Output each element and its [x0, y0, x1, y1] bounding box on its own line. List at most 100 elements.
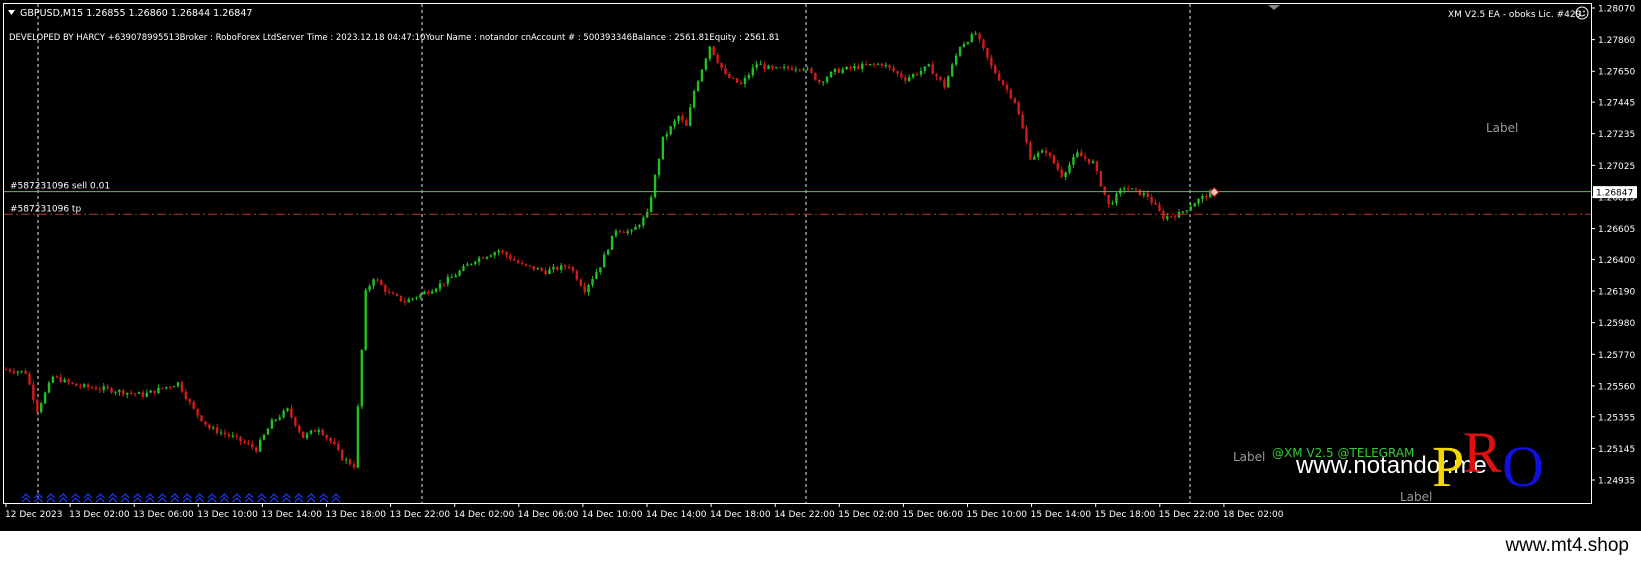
candle-body [1037, 152, 1040, 157]
candle-body [466, 264, 469, 267]
candle-body [661, 136, 665, 160]
candle-body [767, 65, 770, 69]
candle-body [814, 72, 817, 80]
candle-body [1189, 206, 1192, 211]
candle-body [649, 197, 653, 212]
candle-body [94, 387, 98, 390]
sell-order-label: #587231096 sell 0.01 [10, 182, 110, 192]
candle-body [427, 291, 430, 294]
candle-body [290, 408, 293, 418]
candle-body [966, 42, 970, 44]
candle-body [548, 269, 551, 275]
current-price-value: 1.26847 [1596, 189, 1633, 199]
candle-body [341, 449, 344, 461]
candle-body [51, 376, 55, 383]
candle-body [657, 159, 661, 176]
candle-body [880, 63, 884, 66]
candle-body [411, 298, 414, 300]
candle-body [802, 68, 805, 70]
candle-body [24, 370, 27, 374]
candle-body [196, 408, 199, 416]
candle-body [1040, 150, 1044, 153]
y-tick-label: 1.28070 [1598, 5, 1635, 15]
candle-body [865, 63, 868, 65]
candle-body [1009, 89, 1013, 99]
candle-body [528, 265, 532, 267]
candle-body [978, 33, 981, 40]
price-chart[interactable]: #587231096 sell 0.01 #587231096 tp 1.280… [0, 0, 1641, 531]
candle-body [868, 63, 872, 65]
candle-body [356, 406, 360, 468]
candle-body [458, 270, 461, 276]
candle-body [204, 421, 207, 425]
candle-body [861, 63, 864, 69]
candle-body [372, 279, 375, 286]
candle-body [243, 441, 246, 443]
candle-body [923, 66, 927, 71]
candle-body [262, 434, 266, 440]
candle-body [1001, 80, 1005, 85]
candle-body [1044, 150, 1048, 154]
candle-body [825, 77, 829, 82]
candle-body [614, 230, 618, 236]
candle-body [622, 232, 625, 234]
candle-body [208, 424, 211, 429]
candle-body [962, 43, 966, 48]
candle-body [771, 65, 774, 69]
candle-body [818, 79, 821, 83]
candle-body [423, 291, 426, 295]
candle-body [317, 430, 320, 432]
candle-body [747, 75, 751, 78]
candle-body [301, 431, 305, 438]
candle-body [161, 387, 164, 389]
candle-body [724, 68, 727, 74]
candle-body [305, 433, 309, 438]
candle-body [872, 63, 876, 65]
candle-body [415, 297, 418, 299]
candle-body [122, 390, 125, 395]
candle-body [755, 64, 758, 68]
candle-body [325, 435, 328, 438]
candle-body [591, 278, 594, 285]
candle-body [509, 255, 512, 260]
x-tick-label: 12 Dec 2023 [5, 510, 63, 520]
y-tick-label: 1.27445 [1598, 99, 1635, 109]
candle-body [943, 80, 946, 88]
footer-url[interactable]: www.mt4.shop [1505, 535, 1629, 557]
candle-body [192, 401, 195, 409]
candle-body [935, 74, 938, 77]
candle-body [446, 277, 450, 284]
x-tick-label: 15 Dec 02:00 [838, 510, 899, 520]
candle-body [114, 392, 117, 394]
candle-body [481, 257, 485, 259]
candle-body [450, 277, 453, 279]
candle-body [904, 77, 907, 81]
candle-body [1162, 210, 1165, 220]
candle-body [567, 266, 571, 268]
candle-body [298, 425, 301, 432]
candle-body [520, 262, 524, 264]
x-tick-label: 15 Dec 14:00 [1031, 510, 1092, 520]
candle-body [560, 265, 563, 270]
candle-body [32, 384, 35, 400]
candle-body [575, 271, 579, 280]
candle-body [1099, 171, 1102, 187]
candle-body [704, 58, 708, 70]
candle-body [1025, 128, 1028, 143]
candle-body [219, 432, 223, 434]
candle-body [642, 217, 645, 226]
candle-body [743, 77, 747, 85]
candle-body [853, 66, 856, 69]
candle-body [16, 371, 19, 373]
x-tick-label: 15 Dec 06:00 [902, 510, 963, 520]
candle-body [927, 64, 930, 67]
candle-body [954, 55, 958, 65]
x-tick-label: 14 Dec 14:00 [646, 510, 707, 520]
candle-body [188, 399, 191, 402]
candle-body [763, 64, 766, 69]
candle-body [55, 376, 59, 378]
candle-body [399, 295, 403, 302]
candle-body [376, 279, 379, 281]
candle-body [79, 386, 82, 388]
candle-body [4, 369, 8, 371]
